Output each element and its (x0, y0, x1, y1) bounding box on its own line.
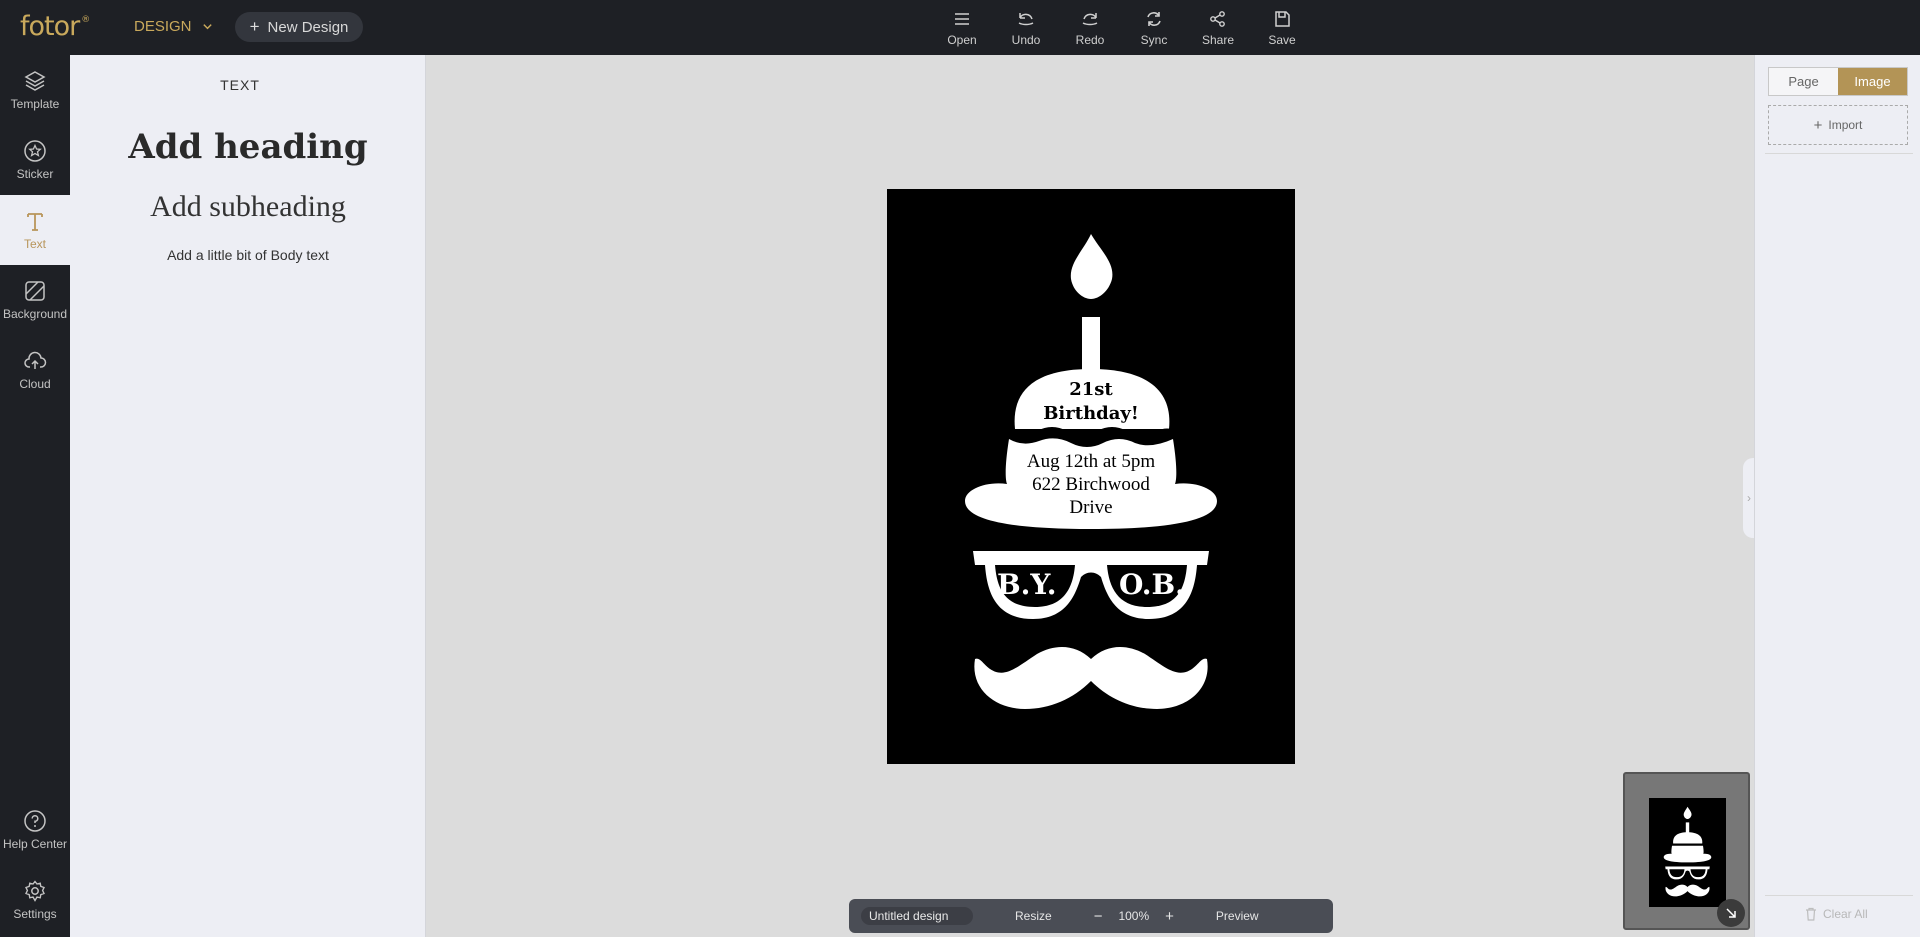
top-bar: fotor ® DESIGN + New Design Open Undo Red… (0, 0, 1920, 55)
add-body-text-button[interactable]: Add a little bit of Body text (70, 247, 426, 263)
add-subheading-button[interactable]: Add subheading (70, 190, 426, 224)
lens-text-right[interactable]: O.B. (1119, 568, 1185, 601)
gear-icon (25, 880, 45, 902)
nav-settings-label: Settings (13, 907, 57, 921)
star-icon (24, 140, 46, 162)
arrow-expand-icon (1726, 908, 1736, 918)
cake-icing-band (1007, 427, 1177, 445)
zoom-level: 100% (1118, 909, 1150, 923)
right-panel: Page Image + Import Clear All (1754, 55, 1920, 937)
nav-help-center-label: Help Center (2, 837, 68, 851)
save-icon (1275, 11, 1290, 27)
plus-icon: + (1813, 116, 1823, 134)
nav-cloud[interactable]: Cloud (0, 335, 70, 405)
card-detail-address: 622 Birchwood (1032, 474, 1150, 495)
chevron-right-icon: › (1747, 491, 1751, 505)
fotor-logo[interactable]: fotor ® (20, 11, 90, 42)
mustache (974, 647, 1208, 709)
tab-image[interactable]: Image (1838, 68, 1907, 95)
text-panel: TEXT Add heading Add subheading Add a li… (70, 55, 426, 937)
nav-settings[interactable]: Settings (0, 865, 70, 935)
plus-icon: + (249, 17, 260, 36)
open-label: Open (947, 33, 977, 47)
open-button[interactable]: Open (930, 9, 994, 47)
menu-icon (955, 13, 969, 25)
tab-page[interactable]: Page (1769, 68, 1838, 95)
toolbar: Open Undo Redo Sync Share Save (930, 9, 1314, 47)
chevron-down-icon (202, 24, 212, 30)
minimap-artwork (1663, 806, 1712, 897)
divider (1765, 895, 1913, 896)
candle-flame (1070, 234, 1113, 299)
share-icon (1210, 11, 1225, 27)
card-detail-street: Drive (1069, 497, 1113, 518)
card-title-line2[interactable]: Birthday! (887, 403, 1295, 424)
nav-text-label: Text (23, 237, 46, 251)
new-design-button[interactable]: + New Design (235, 12, 363, 42)
preview-button[interactable]: Preview (1216, 909, 1259, 923)
text-icon (27, 213, 43, 231)
undo-button[interactable]: Undo (994, 9, 1058, 47)
card-detail-date: Aug 12th at 5pm (1026, 451, 1156, 472)
design-dropdown[interactable]: DESIGN (134, 18, 213, 35)
nav-cloud-label: Cloud (19, 377, 51, 391)
background-icon (25, 281, 45, 301)
left-nav: Template Sticker Text Background Cloud H… (0, 55, 70, 937)
minimap[interactable] (1623, 772, 1750, 930)
clear-all-button[interactable]: Clear All (1805, 907, 1868, 921)
import-label: Import (1828, 118, 1863, 132)
zoom-out-button[interactable]: − (1094, 908, 1103, 925)
card-title-line1[interactable]: 21st (887, 379, 1295, 400)
card-details[interactable]: Aug 12th at 5pm 622 Birchwood Drive (887, 450, 1295, 519)
sync-label: Sync (1140, 33, 1168, 47)
divider (1765, 153, 1913, 154)
nav-background[interactable]: Background (0, 265, 70, 335)
import-button[interactable]: + Import (1768, 105, 1908, 145)
trash-icon (1806, 907, 1816, 921)
minimap-page-thumbnail (1649, 798, 1726, 907)
zoom-in-button[interactable]: + (1165, 908, 1174, 925)
layers-icon (24, 71, 46, 91)
panel-title: TEXT (220, 77, 260, 93)
save-label: Save (1268, 33, 1296, 47)
undo-icon (1018, 13, 1034, 26)
lens-text-left[interactable]: B.Y. (997, 568, 1057, 601)
cloud-upload-icon (24, 351, 47, 369)
undo-label: Undo (1011, 33, 1041, 47)
redo-label: Redo (1075, 33, 1105, 47)
right-panel-tabs: Page Image (1768, 67, 1908, 96)
design-canvas[interactable]: 21st Birthday! Aug 12th at 5pm 622 Birch… (887, 189, 1295, 764)
nav-sticker[interactable]: Sticker (0, 125, 70, 195)
nav-sticker-label: Sticker (16, 167, 54, 181)
bottom-bar: Untitled design Resize − 100% + Preview (849, 899, 1333, 933)
new-design-label: New Design (267, 18, 349, 36)
nav-help-center[interactable]: Help Center (0, 795, 70, 865)
minimap-toggle-button[interactable] (1717, 899, 1745, 927)
share-label: Share (1201, 33, 1235, 47)
sync-icon (1147, 12, 1161, 26)
design-dropdown-label: DESIGN (134, 18, 192, 35)
nav-text[interactable]: Text (0, 195, 70, 265)
nav-background-label: Background (2, 307, 68, 321)
clear-all-label: Clear All (1823, 907, 1868, 921)
nav-template[interactable]: Template (0, 55, 70, 125)
document-name-input[interactable]: Untitled design (861, 907, 973, 925)
redo-icon (1082, 13, 1098, 26)
redo-button[interactable]: Redo (1058, 9, 1122, 47)
help-icon (24, 810, 46, 832)
save-button[interactable]: Save (1250, 9, 1314, 47)
sync-button[interactable]: Sync (1122, 9, 1186, 47)
share-button[interactable]: Share (1186, 9, 1250, 47)
nav-template-label: Template (10, 97, 60, 111)
resize-button[interactable]: Resize (1015, 909, 1052, 923)
add-heading-button[interactable]: Add heading (70, 127, 426, 167)
